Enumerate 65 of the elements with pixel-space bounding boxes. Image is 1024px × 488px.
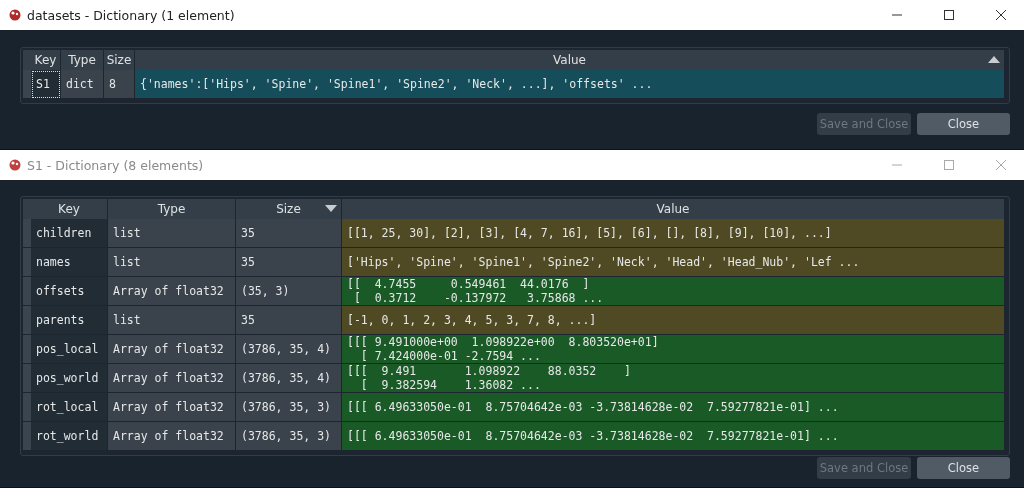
close-icon xyxy=(995,9,1007,21)
size-cell: (35, 3) xyxy=(236,277,342,306)
row-header[interactable] xyxy=(23,422,31,451)
row-header[interactable] xyxy=(23,70,31,99)
type-cell: Array of float32 xyxy=(108,364,236,393)
key-cell: rot_world xyxy=(31,422,108,451)
header-corner xyxy=(23,199,31,219)
size-cell: (3786, 35, 3) xyxy=(236,393,342,422)
maximize-icon xyxy=(943,9,955,21)
value-cell: [[[ 9.491 1.098922 88.0352 ] [ 9.382594 1.36082 ... xyxy=(342,364,1005,393)
value-cell: [[1, 25, 30], [2], [3], [4, 7, 16], [5], [6], [], [8], [9], [10], ...] xyxy=(342,219,1005,248)
row-header[interactable] xyxy=(23,364,31,393)
type-cell: dict xyxy=(61,70,104,99)
key-cell: parents xyxy=(31,306,108,335)
ball-icon xyxy=(9,159,21,171)
column-header[interactable]: Type xyxy=(61,50,104,70)
size-cell: (3786, 35, 4) xyxy=(236,335,342,364)
type-cell: list xyxy=(108,306,236,335)
row-header[interactable] xyxy=(23,248,31,277)
key-cell: children xyxy=(31,219,108,248)
size-cell: (3786, 35, 3) xyxy=(236,422,342,451)
key-cell: rot_local xyxy=(31,393,108,422)
type-cell: Array of float32 xyxy=(108,277,236,306)
column-header[interactable]: Value xyxy=(342,199,1005,219)
size-cell: 8 xyxy=(104,70,135,99)
key-cell: offsets xyxy=(31,277,108,306)
column-header[interactable]: Size xyxy=(236,199,342,219)
size-cell: 35 xyxy=(236,248,342,277)
value-cell: [[ 4.7455 0.549461 44.0176 ] [ 0.3712 -0.137972 3.75868 ... xyxy=(342,277,1005,306)
value-cell: {'names':['Hips', 'Spine', 'Spine1', 'Spine2', 'Neck', ...], 'offsets' ... xyxy=(135,70,1005,99)
maximize-icon xyxy=(943,159,955,171)
type-cell: list xyxy=(108,248,236,277)
size-cell: 35 xyxy=(236,306,342,335)
column-header[interactable]: Type xyxy=(108,199,236,219)
type-cell: Array of float32 xyxy=(108,335,236,364)
value-cell: ['Hips', 'Spine', 'Spine1', 'Spine2', 'Neck', 'Head', 'Head_Nub', 'Lef ... xyxy=(342,248,1005,277)
value-cell: [[[ 6.49633050e-01 8.75704642e-03 -3.73814628e-02 7.59277821e-01] ... xyxy=(342,422,1005,451)
column-header[interactable]: Size xyxy=(104,50,135,70)
value-cell: [[[ 9.491000e+00 1.098922e+00 8.803520e+01] [ 7.424000e-01 -2.7594 ... xyxy=(342,335,1005,364)
header-corner xyxy=(23,50,31,70)
row-header[interactable] xyxy=(23,393,31,422)
column-header[interactable]: Key xyxy=(31,50,61,70)
close-icon xyxy=(995,159,1007,171)
key-cell: S1 xyxy=(31,70,61,99)
ball-icon xyxy=(9,9,21,21)
type-cell: list xyxy=(108,219,236,248)
size-cell: 35 xyxy=(236,219,342,248)
key-cell: pos_local xyxy=(31,335,108,364)
type-cell: Array of float32 xyxy=(108,393,236,422)
column-header[interactable]: Key xyxy=(31,199,108,219)
row-header[interactable] xyxy=(23,335,31,364)
close-button[interactable]: Close xyxy=(917,113,1010,135)
row-header[interactable] xyxy=(23,219,31,248)
column-header[interactable]: Value xyxy=(135,50,1005,70)
window-title: S1 - Dictionary (8 elements) xyxy=(27,157,205,173)
value-cell: [[[ 6.49633050e-01 8.75704642e-03 -3.73814628e-02 7.59277821e-01] ... xyxy=(342,393,1005,422)
row-header[interactable] xyxy=(23,306,31,335)
value-cell: [-1, 0, 1, 2, 3, 4, 5, 3, 7, 8, ...] xyxy=(342,306,1005,335)
key-cell: names xyxy=(31,248,108,277)
type-cell: Array of float32 xyxy=(108,422,236,451)
size-cell: (3786, 35, 4) xyxy=(236,364,342,393)
close-button[interactable]: Close xyxy=(917,457,1010,479)
window-title: datasets - Dictionary (1 element) xyxy=(27,7,236,23)
row-header[interactable] xyxy=(23,277,31,306)
key-cell: pos_world xyxy=(31,364,108,393)
